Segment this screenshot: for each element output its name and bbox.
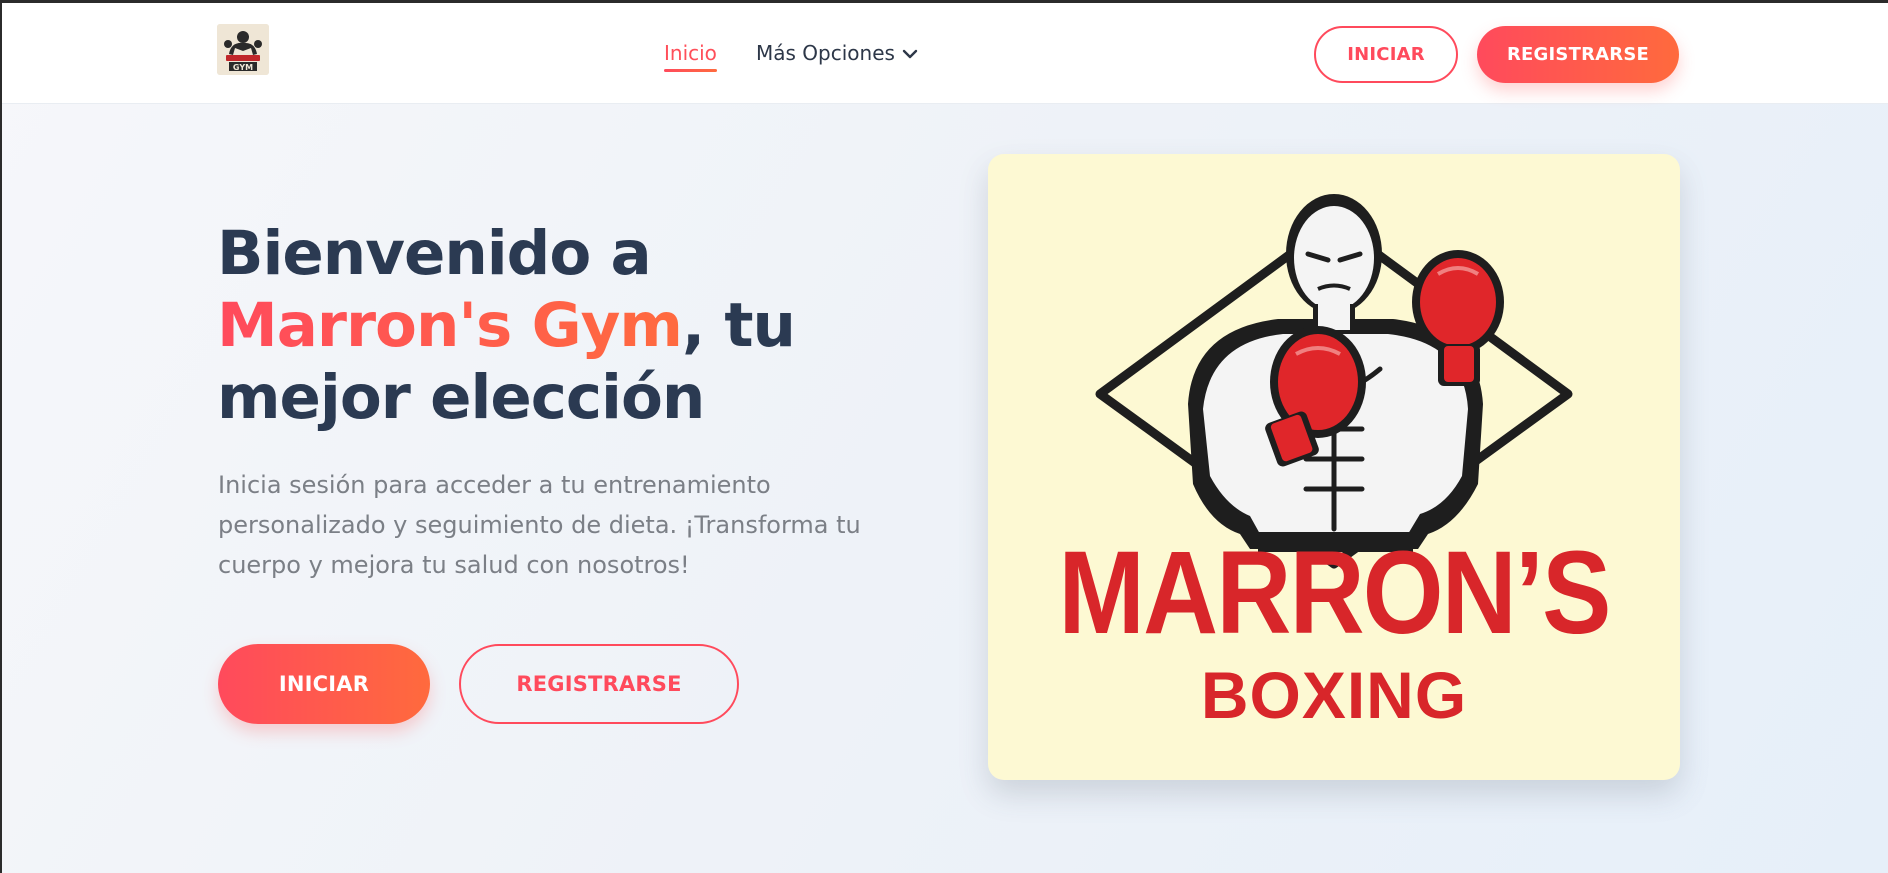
hero-title-brand: Marron's Gym: [217, 290, 683, 361]
hero-image-card: MARRON’S BOXING: [988, 154, 1680, 780]
hero-title-prefix: Bienvenido a: [217, 218, 652, 289]
app-window: GYM Inicio Más Opciones INICIAR REGISTRA…: [2, 3, 1888, 873]
hero-title: Bienvenido a Marron's Gym, tu mejor elec…: [217, 218, 937, 434]
hero-iniciar-button[interactable]: INICIAR: [218, 644, 430, 724]
header-iniciar-button[interactable]: INICIAR: [1314, 26, 1458, 83]
chevron-down-icon: [901, 44, 919, 62]
gym-logo-icon[interactable]: GYM: [217, 24, 269, 75]
top-navbar: GYM Inicio Más Opciones INICIAR REGISTRA…: [2, 3, 1888, 104]
svg-text:GYM: GYM: [233, 63, 253, 72]
header-registrarse-button[interactable]: REGISTRARSE: [1477, 26, 1679, 83]
nav-link-inicio[interactable]: Inicio: [664, 41, 717, 72]
card-brand-title: MARRON’S: [1058, 527, 1611, 659]
hero-description: Inicia sesión para acceder a tu entrenam…: [218, 471, 861, 579]
hero-registrarse-button[interactable]: REGISTRARSE: [459, 644, 739, 724]
card-brand-subtitle: BOXING: [1200, 658, 1468, 732]
nav-dropdown-label: Más Opciones: [756, 41, 895, 65]
nav-dropdown-mas-opciones[interactable]: Más Opciones: [756, 41, 919, 65]
